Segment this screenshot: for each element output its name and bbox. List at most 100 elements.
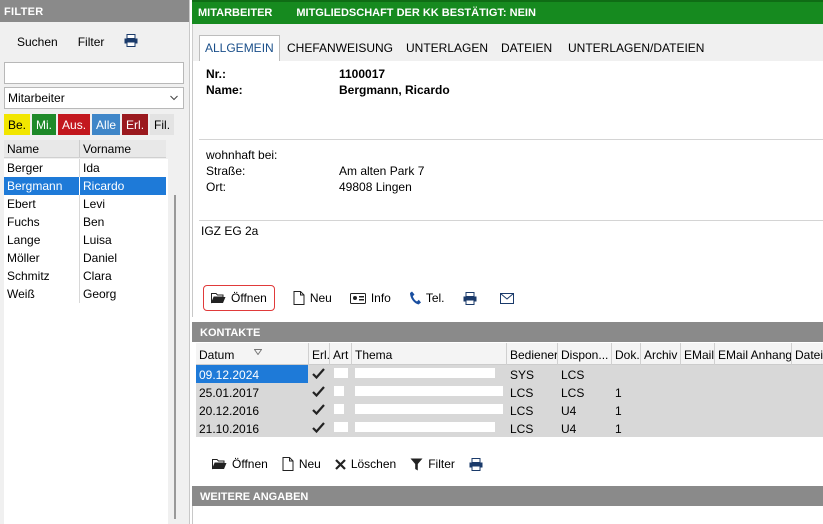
employee-vorname: Ben [83, 215, 105, 229]
chip-erl[interactable]: Erl. [122, 114, 149, 135]
employee-row[interactable]: Schmitz Clara [4, 267, 166, 285]
col-datei[interactable]: Datei [795, 348, 823, 362]
name-label: Name: [206, 83, 243, 97]
redacted-text [355, 422, 495, 432]
kontakte-header: KONTAKTE [192, 322, 823, 342]
divider [199, 139, 823, 140]
contacts-grid: Datum Erl. Art Thema Bediener Dispon... … [196, 343, 823, 437]
employee-name: Weiß [4, 285, 80, 303]
contact-print-button[interactable] [469, 457, 488, 471]
col-dok[interactable]: Dok. [615, 348, 640, 362]
employee-name: Ebert [4, 195, 80, 213]
phone-label: Tel. [425, 291, 445, 305]
employee-row[interactable]: Berger Ida [4, 159, 166, 177]
info-button[interactable]: Info [349, 291, 391, 305]
open-button[interactable]: Öffnen [203, 285, 275, 311]
employee-header-title: MITARBEITER [198, 7, 273, 19]
contact-row[interactable]: 20.12.2016 LCS U4 1 [196, 401, 823, 419]
contacts-toolbar: Öffnen Neu Löschen Filter [212, 457, 502, 471]
col-bediener[interactable]: Bediener [510, 348, 558, 362]
employee-vorname: Daniel [83, 251, 118, 265]
col-archiv[interactable]: Archiv [644, 348, 677, 362]
col-name-header[interactable]: Name [4, 140, 80, 157]
employee-row[interactable]: Ebert Levi [4, 195, 166, 213]
contact-row[interactable]: 09.12.2024 SYS LCS [196, 365, 823, 383]
contact-new-button[interactable]: Neu [282, 457, 321, 471]
sort-icon [254, 349, 262, 355]
new-button[interactable]: Neu [293, 291, 332, 305]
contact-row[interactable]: 25.01.2017 LCS LCS 1 [196, 383, 823, 401]
employee-name: Lange [4, 231, 80, 249]
col-email-anhang[interactable]: EMail Anhang [718, 348, 792, 362]
employee-row[interactable]: Bergmann Ricardo [4, 177, 166, 195]
contact-dispon: LCS [561, 386, 585, 400]
search-button[interactable]: Suchen [17, 35, 64, 49]
contact-delete-label: Löschen [350, 457, 397, 471]
info-label: Info [370, 291, 391, 305]
col-email[interactable]: EMail [684, 348, 714, 362]
contact-bediener: LCS [510, 386, 534, 400]
tab-dateien[interactable]: DATEIEN [496, 36, 557, 60]
redacted-text [334, 404, 344, 414]
filter-button[interactable]: Filter [78, 35, 111, 49]
contact-date: 25.01.2017 [199, 386, 260, 400]
weitere-angaben-body [192, 506, 823, 524]
phone-button[interactable]: Tel. [409, 291, 445, 305]
print-icon[interactable] [124, 34, 138, 50]
list-scrollbar[interactable] [174, 195, 176, 519]
contact-dok: 1 [615, 386, 622, 400]
search-input[interactable] [4, 62, 184, 84]
employee-vorname: Ida [83, 161, 100, 175]
nr-value: 1100017 [339, 67, 386, 81]
employee-vorname: Levi [83, 197, 106, 211]
chip-alle[interactable]: Alle [92, 114, 121, 135]
chip-aus[interactable]: Aus. [58, 114, 91, 135]
tab-chefanweisung[interactable]: CHEFANWEISUNG [282, 36, 398, 60]
detail-tabs: ALLGEMEIN CHEFANWEISUNG UNTERLAGEN DATEI… [192, 24, 823, 61]
contact-bediener: LCS [510, 404, 534, 418]
redacted-text [334, 386, 344, 396]
new-document-icon [293, 291, 305, 305]
contact-bediener: SYS [510, 368, 535, 382]
chip-be[interactable]: Be. [4, 114, 31, 135]
redacted-text [355, 404, 503, 414]
tab-unterlagen-dateien[interactable]: UNTERLAGEN/DATEIEN [563, 36, 709, 60]
new-label: Neu [309, 291, 332, 305]
col-erl[interactable]: Erl. [312, 348, 330, 362]
employee-row[interactable]: Möller Daniel [4, 249, 166, 267]
email-button[interactable] [499, 292, 519, 304]
envelope-icon [499, 292, 514, 304]
contact-date: 21.10.2016 [199, 422, 260, 436]
contact-open-button[interactable]: Öffnen [212, 457, 268, 471]
contact-dispon: U4 [561, 404, 577, 418]
type-select-value: Mitarbeiter [8, 91, 65, 105]
chip-mi[interactable]: Mi. [32, 114, 57, 135]
print-button[interactable] [463, 291, 482, 305]
contact-row[interactable]: 21.10.2016 LCS U4 1 [196, 419, 823, 437]
ort-value: 49808 Lingen [339, 180, 412, 194]
checkmark-icon [312, 368, 325, 382]
col-dispon[interactable]: Dispon... [561, 348, 608, 362]
col-vorname-header[interactable]: Vorname [80, 140, 131, 157]
employee-row[interactable]: Lange Luisa [4, 231, 166, 249]
employee-name: Möller [4, 249, 80, 267]
contact-date: 09.12.2024 [196, 365, 308, 383]
contact-delete-button[interactable]: Löschen [335, 457, 396, 471]
type-select[interactable]: Mitarbeiter [4, 87, 184, 109]
tab-unterlagen[interactable]: UNTERLAGEN [401, 36, 493, 60]
employee-header: MITARBEITER MITGLIEDSCHAFT DER KK BESTÄT… [192, 0, 823, 24]
funnel-icon [410, 458, 423, 471]
col-thema[interactable]: Thema [355, 348, 392, 362]
employee-vorname: Luisa [83, 233, 112, 247]
note-text: IGZ EG 2a [201, 224, 259, 238]
contact-filter-button[interactable]: Filter [410, 457, 455, 471]
employee-row[interactable]: Weiß Georg [4, 285, 166, 303]
tab-allgemein[interactable]: ALLGEMEIN [199, 35, 280, 61]
wohnhaft-label: wohnhaft bei: [206, 148, 278, 162]
ort-label: Ort: [206, 180, 226, 194]
col-datum[interactable]: Datum [199, 348, 234, 362]
col-art[interactable]: Art [333, 348, 348, 362]
employee-row[interactable]: Fuchs Ben [4, 213, 166, 231]
contact-dispon: LCS [561, 368, 585, 382]
chip-fil[interactable]: Fil. [150, 114, 175, 135]
